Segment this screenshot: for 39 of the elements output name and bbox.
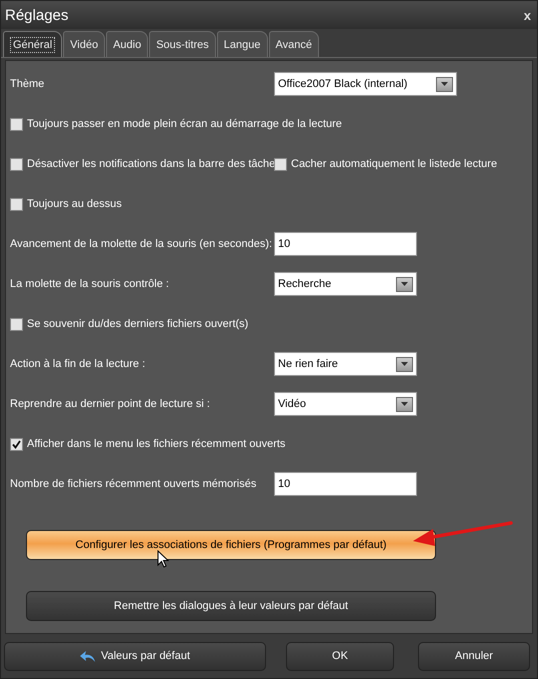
checkbox-label: Afficher dans le menu les fichiers récemment ouverts [27,438,286,450]
undo-icon [80,650,96,662]
mouse-cursor-icon [157,550,169,568]
checkbox[interactable] [274,158,287,170]
tab[interactable]: Avancé [268,31,320,57]
checkbox-label: Toujours au dessus [27,198,122,210]
checkbox[interactable] [10,318,23,330]
checkbox-label: Cacher automatiquement le listede lecture [291,158,498,170]
checkbox-label: Désactiver les notifications dans la barre des tâche [27,158,276,170]
dropdown[interactable]: Vidéo [274,392,417,416]
theme-dropdown[interactable]: Office2007 Black (internal) [274,72,457,96]
dropdown[interactable]: Recherche [274,272,417,296]
checkbox[interactable] [10,438,23,450]
checkbox[interactable] [10,158,23,170]
window-title: Réglages [5,6,68,24]
field-label: Avancement de la molette de la souris (en secondes): [10,238,274,250]
checkbox[interactable] [10,198,23,210]
checkbox[interactable] [10,118,23,130]
field-label: Thème [10,78,46,90]
field-label: Reprendre au dernier point de lecture si : [10,398,211,410]
action-button[interactable]: Remettre les dialogues à leur valeurs par défaut [26,591,436,621]
field-label: Action à la fin de la lecture : [10,358,146,370]
tab[interactable]: Vidéo [63,31,106,57]
tab[interactable]: Général [3,31,62,57]
dropdown[interactable]: Ne rien faire [274,352,417,376]
checkbox-label: Se souvenir du/des derniers fichiers ouvert(s) [27,318,248,330]
tab[interactable]: Langue [216,31,268,57]
footer-button[interactable]: OK [286,642,394,670]
tab[interactable]: Audio [106,31,148,57]
action-button[interactable]: Configurer les associations de fichiers (Programmes par défaut) [26,530,436,560]
footer-button[interactable]: Annuler [418,642,530,670]
input-field[interactable]: 10 [274,232,417,256]
field-label: La molette de la souris contrôle : [10,278,170,290]
close-button[interactable]: x [522,8,533,22]
footer-button[interactable]: Valeurs par défaut [4,642,266,670]
checkbox-label: Toujours passer en mode plein écran au démarrage de la lecture [27,118,342,130]
field-label: Nombre de fichiers récemment ouverts mémorisés [10,478,258,490]
input-field[interactable]: 10 [274,472,417,496]
tab[interactable]: Sous-titres [149,31,216,57]
